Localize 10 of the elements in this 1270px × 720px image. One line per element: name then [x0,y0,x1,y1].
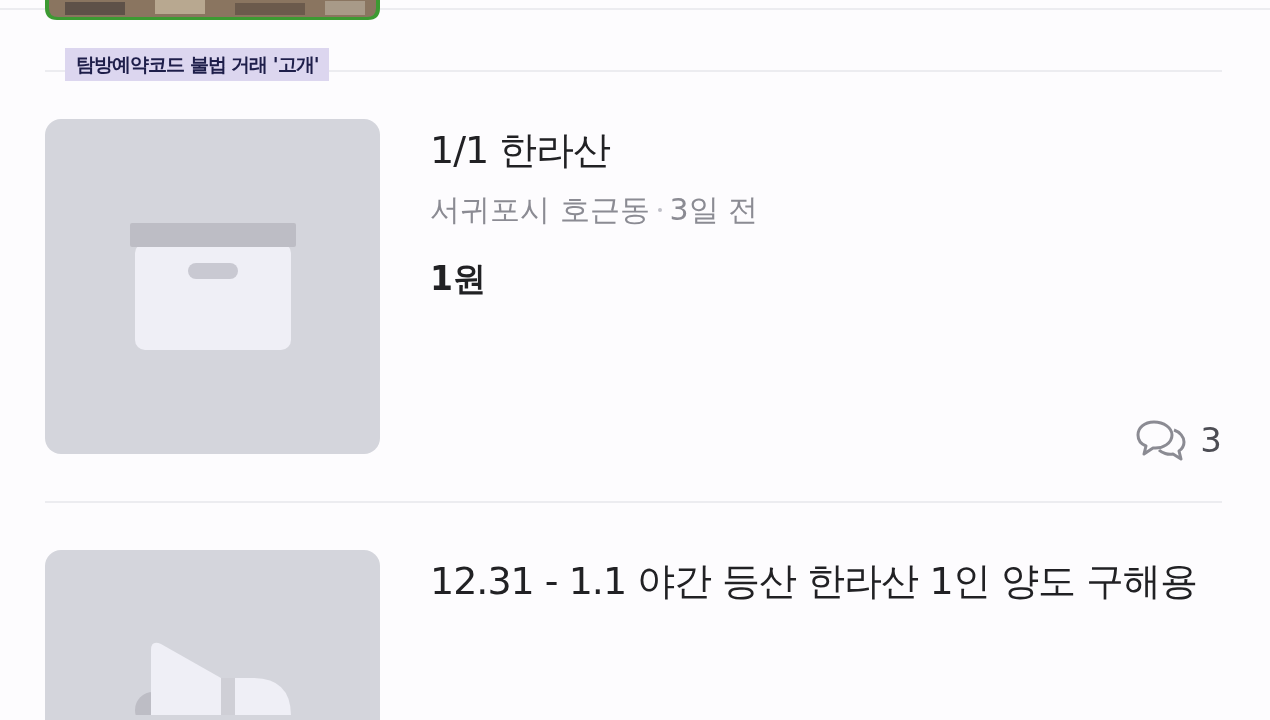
megaphone-icon [134,640,291,715]
listing-title[interactable]: 1/1 한라산 [430,116,1222,184]
separator-dot-icon [657,207,662,212]
listing-title[interactable]: 12.31 - 1.1 야간 등산 한라산 1인 양도 구해용 [430,547,1222,615]
box-icon [129,223,296,350]
time-text: 3일 전 [669,191,759,229]
price-text: 1원 [430,258,487,300]
location-text: 서귀포시 호근동 [430,191,650,229]
comment-count: 3 [1200,419,1222,462]
news-caption: 탐방예약코드 불법 거래 '고개' [65,48,330,81]
